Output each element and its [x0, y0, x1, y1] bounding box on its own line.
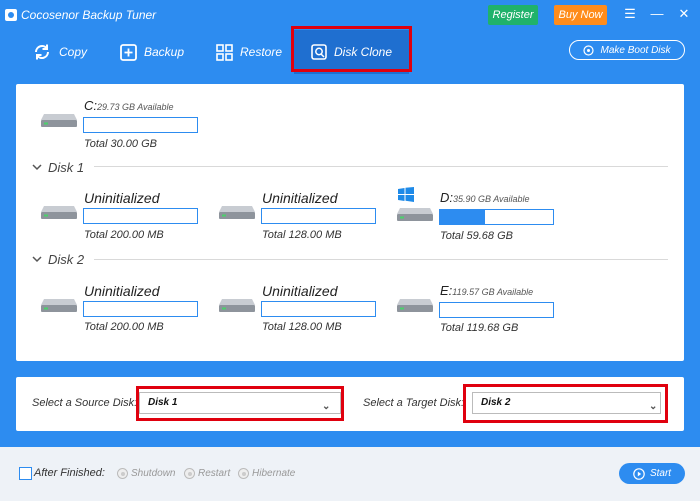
usage-bar: [439, 209, 554, 225]
partition-total: Total 128.00 MB: [262, 229, 342, 241]
partition-name: Uninitialized: [262, 190, 338, 206]
chevron-down-icon: [32, 164, 42, 171]
hard-drive-icon: [41, 299, 77, 312]
divider: [94, 166, 668, 167]
hibernate-radio[interactable]: Hibernate: [238, 468, 295, 479]
hard-drive-icon: [41, 114, 77, 127]
disk-clone-highlight: [291, 26, 412, 72]
restore-tab[interactable]: Restore: [216, 30, 282, 74]
boot-disk-icon: [583, 44, 595, 56]
buy-now-button[interactable]: Buy Now: [554, 5, 607, 25]
partition-name: D:35.90 GB Available: [440, 190, 530, 205]
after-finished-label: After Finished:: [34, 467, 105, 479]
make-boot-disk-label: Make Boot Disk: [600, 44, 671, 56]
partition-total: Total 200.00 MB: [84, 229, 164, 241]
start-button[interactable]: Start: [619, 463, 685, 484]
close-icon[interactable]: ✕: [675, 5, 693, 23]
usage-bar: [83, 117, 198, 133]
minimize-icon[interactable]: —: [648, 5, 666, 23]
copy-label: Copy: [59, 45, 88, 59]
play-icon: [633, 467, 645, 480]
make-boot-disk-button[interactable]: Make Boot Disk: [569, 40, 685, 60]
restore-label: Restore: [240, 45, 283, 59]
disk-1-label: Disk 1: [48, 160, 85, 175]
hibernate-label: Hibernate: [252, 468, 296, 479]
partition-total: Total 128.00 MB: [262, 321, 342, 333]
disk-2-label: Disk 2: [48, 252, 85, 267]
usage-bar: [83, 301, 198, 317]
backup-label: Backup: [144, 45, 185, 59]
hard-drive-icon: [397, 208, 433, 221]
partition-name: Uninitialized: [84, 283, 160, 299]
app-logo-icon: [5, 9, 17, 21]
register-button[interactable]: Register: [488, 5, 538, 25]
usage-bar: [439, 302, 554, 318]
hard-drive-icon: [219, 206, 255, 219]
radio-icon: [117, 468, 128, 479]
hard-drive-icon: [219, 299, 255, 312]
disk-1-header[interactable]: Disk 1: [32, 160, 84, 175]
partition-total: Total 30.00 GB: [84, 138, 157, 150]
backup-tab[interactable]: Backup: [120, 30, 184, 74]
source-disk-highlight: [136, 386, 344, 421]
radio-icon: [238, 468, 249, 479]
divider: [94, 259, 668, 260]
usage-fill: [440, 210, 486, 224]
app-title: Cocosenor Backup Tuner: [21, 8, 157, 22]
backup-icon: [120, 43, 137, 61]
partition-name: C:29.73 GB Available: [84, 98, 174, 113]
shutdown-label: Shutdown: [131, 468, 176, 479]
footer-bar: [0, 447, 700, 501]
copy-icon: [35, 44, 49, 60]
shutdown-radio[interactable]: Shutdown: [117, 468, 175, 479]
hard-drive-icon: [41, 206, 77, 219]
start-label: Start: [649, 468, 672, 479]
disk-2-header[interactable]: Disk 2: [32, 252, 84, 267]
target-disk-label: Select a Target Disk:: [363, 397, 465, 409]
partition-name: Uninitialized: [84, 190, 160, 206]
after-finished-checkbox[interactable]: [19, 467, 32, 480]
menu-icon[interactable]: ☰: [621, 5, 639, 23]
usage-bar: [261, 208, 376, 224]
partition-name: Uninitialized: [262, 283, 338, 299]
copy-tab[interactable]: Copy: [32, 30, 87, 74]
source-disk-label: Select a Source Disk:: [32, 397, 138, 409]
partition-total: Total 119.68 GB: [440, 322, 519, 334]
chevron-down-icon: [32, 256, 42, 263]
usage-bar: [83, 208, 198, 224]
partition-name: E:119.57 GB Available: [440, 283, 534, 298]
radio-icon: [184, 468, 195, 479]
windows-logo-icon: [398, 187, 414, 202]
restart-label: Restart: [198, 468, 231, 479]
partition-total: Total 59.68 GB: [440, 230, 513, 242]
restore-icon: [216, 43, 233, 61]
partition-total: Total 200.00 MB: [84, 321, 164, 333]
usage-bar: [261, 301, 376, 317]
restart-radio[interactable]: Restart: [184, 468, 230, 479]
target-disk-highlight: [463, 384, 668, 423]
disk-list-panel: C:29.73 GB Available Total 30.00 GB Disk…: [16, 84, 684, 361]
hard-drive-icon: [397, 299, 433, 312]
